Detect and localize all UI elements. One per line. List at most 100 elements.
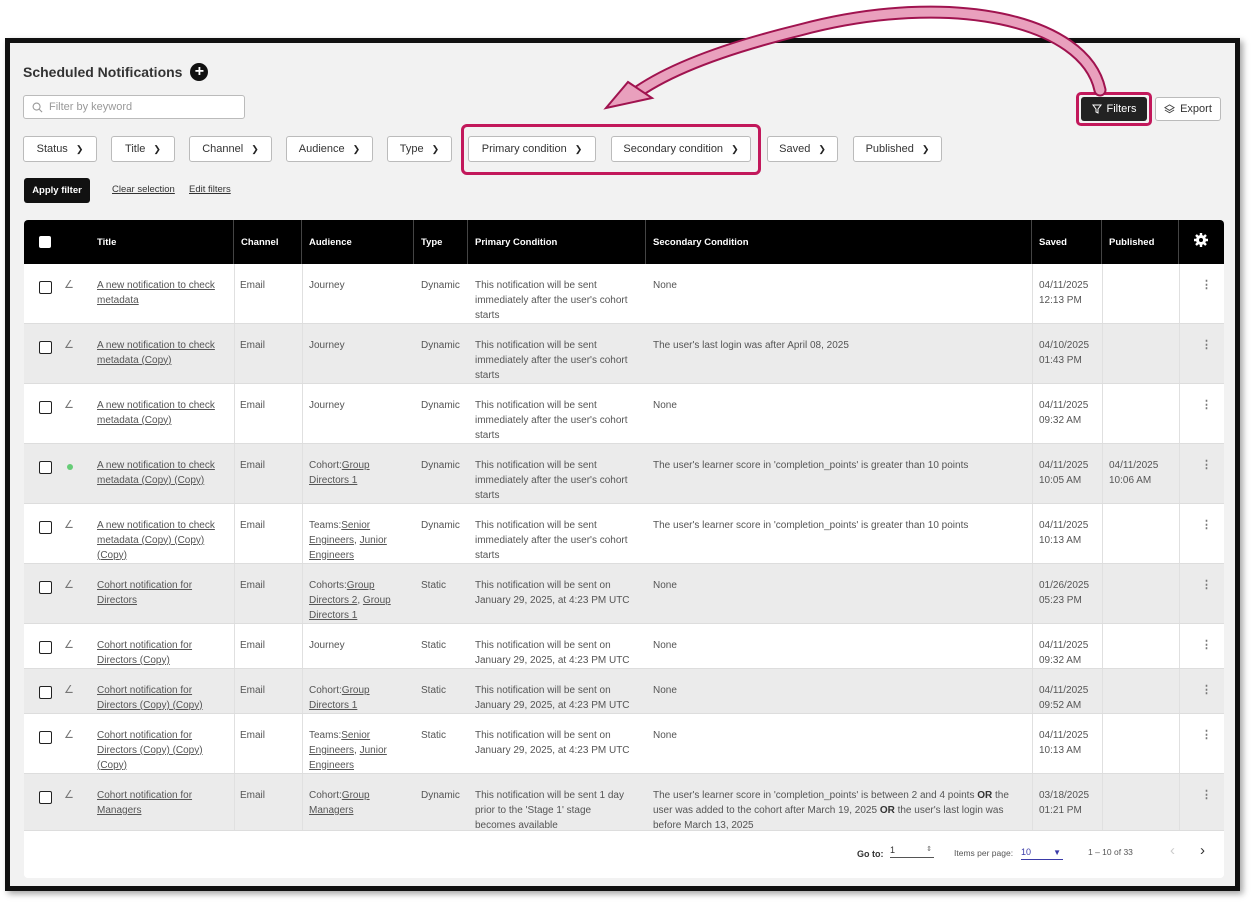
row-checkbox[interactable] xyxy=(39,791,52,804)
items-per-page-select[interactable]: 10 ▼ xyxy=(1021,847,1063,860)
more-options-icon[interactable]: ⋮ xyxy=(1201,638,1212,651)
edit-filters-link[interactable]: Edit filters xyxy=(189,184,231,195)
search-box[interactable] xyxy=(23,95,245,119)
add-notification-button[interactable]: + xyxy=(190,63,209,81)
column-header-title[interactable]: Title xyxy=(90,220,234,264)
title-cell-line[interactable]: A new notification to check xyxy=(97,459,232,474)
title-cell-line[interactable]: A new notification to check xyxy=(97,339,232,354)
previous-page-icon[interactable]: ‹ xyxy=(1170,842,1175,859)
column-divider xyxy=(1032,444,1033,503)
title-cell-line[interactable]: metadata (Copy) xyxy=(97,354,232,369)
title-cell[interactable]: A new notification to check metadata (Cop… xyxy=(97,399,232,429)
title-cell[interactable]: A new notification to check metadata (Cop… xyxy=(97,519,232,563)
column-divider xyxy=(302,504,303,563)
filter-channel-dropdown[interactable]: Channel ❯ xyxy=(189,136,272,162)
published-cell-line: 04/11/2025 xyxy=(1109,460,1159,471)
title-cell-line[interactable]: metadata (Copy) (Copy) xyxy=(97,474,232,489)
filters-highlight-box xyxy=(1076,92,1152,126)
chevron-down-icon: ❯ xyxy=(352,143,361,154)
filter-audience-dropdown[interactable]: Audience ❯ xyxy=(286,136,373,162)
column-header-secondary-condition[interactable]: Secondary Condition xyxy=(646,220,1032,264)
column-divider xyxy=(1032,714,1033,773)
row-checkbox[interactable] xyxy=(39,521,52,534)
filter-published-dropdown[interactable]: Published ❯ xyxy=(853,136,942,162)
title-cell[interactable]: A new notification to check metadata (Cop… xyxy=(97,459,232,489)
column-header-type[interactable]: Type xyxy=(414,220,468,264)
goto-page-input[interactable]: 1 ⇕ xyxy=(890,845,934,858)
row-checkbox[interactable] xyxy=(39,341,52,354)
title-cell-line[interactable]: Cohort notification for xyxy=(97,639,232,654)
pencil-icon: ∠ xyxy=(64,399,74,411)
column-header-channel[interactable]: Channel xyxy=(234,220,302,264)
row-checkbox[interactable] xyxy=(39,401,52,414)
title-cell-line[interactable]: (Copy) xyxy=(97,549,232,564)
title-cell[interactable]: A new notification to check metadata (Cop… xyxy=(97,339,232,369)
title-cell[interactable]: Cohort notification for Managers xyxy=(97,789,232,819)
title-cell-line[interactable]: A new notification to check xyxy=(97,519,232,534)
title-cell-line[interactable]: (Copy) xyxy=(97,759,232,774)
search-input[interactable] xyxy=(49,101,229,113)
filter-title-dropdown[interactable]: Title ❯ xyxy=(111,136,175,162)
row-checkbox[interactable] xyxy=(39,461,52,474)
more-options-icon[interactable]: ⋮ xyxy=(1201,518,1212,531)
more-options-icon[interactable]: ⋮ xyxy=(1201,278,1212,291)
filter-status-dropdown[interactable]: Status ❯ xyxy=(23,136,97,162)
column-header-label: Title xyxy=(97,236,117,248)
title-cell-line[interactable]: Managers xyxy=(97,804,232,819)
title-cell-line[interactable]: Cohort notification for xyxy=(97,729,232,744)
title-cell-line[interactable]: A new notification to check xyxy=(97,279,232,294)
audience-line: Directors 1 xyxy=(309,609,358,621)
stepper-icon[interactable]: ⇕ xyxy=(926,845,932,853)
table-row: ∠ A new notification to check metadata (Co… xyxy=(24,504,1224,564)
more-options-icon[interactable]: ⋮ xyxy=(1201,458,1212,471)
audience-line: Journey xyxy=(309,400,345,411)
title-cell-line[interactable]: Cohort notification for xyxy=(97,789,232,804)
row-checkbox[interactable] xyxy=(39,686,52,699)
title-cell[interactable]: Cohort notification for Directors (Copy) … xyxy=(97,729,232,773)
row-checkbox[interactable] xyxy=(39,731,52,744)
type-cell: Dynamic xyxy=(421,790,460,801)
filter-type-dropdown[interactable]: Type ❯ xyxy=(387,136,452,162)
more-options-icon[interactable]: ⋮ xyxy=(1201,728,1212,741)
column-header-primary-condition[interactable]: Primary Condition xyxy=(468,220,646,264)
title-cell[interactable]: A new notification to check metadata xyxy=(97,279,232,309)
title-cell-line[interactable]: Directors xyxy=(97,594,232,609)
select-all-checkbox[interactable] xyxy=(39,236,51,248)
audience-line: Cohorts:Group xyxy=(309,580,375,591)
filter-saved-dropdown[interactable]: Saved ❯ xyxy=(767,136,838,162)
title-cell-line[interactable]: Cohort notification for xyxy=(97,579,232,594)
title-cell-line[interactable]: Cohort notification for xyxy=(97,684,232,699)
title-cell-line[interactable]: Directors (Copy) (Copy) xyxy=(97,699,232,714)
more-options-icon[interactable]: ⋮ xyxy=(1201,398,1212,411)
more-options-icon[interactable]: ⋮ xyxy=(1201,338,1212,351)
export-button[interactable]: Export xyxy=(1155,97,1221,121)
saved-cell-line: 01:43 PM xyxy=(1039,354,1082,366)
gear-icon[interactable] xyxy=(1193,232,1209,248)
more-options-icon[interactable]: ⋮ xyxy=(1201,788,1212,801)
column-header-saved[interactable]: Saved xyxy=(1032,220,1102,264)
table-row: ∠ Cohort notification for Directors (Copy)… xyxy=(24,669,1224,714)
next-page-icon[interactable]: › xyxy=(1200,842,1205,859)
title-cell-line[interactable]: metadata (Copy) xyxy=(97,414,232,429)
title-cell-line[interactable]: Directors (Copy) xyxy=(97,654,232,669)
title-cell-line[interactable]: metadata (Copy) (Copy) xyxy=(97,534,232,549)
channel-cell: Email xyxy=(240,400,266,411)
column-header-audience[interactable]: Audience xyxy=(302,220,414,264)
title-cell-line[interactable]: metadata xyxy=(97,294,232,309)
title-cell[interactable]: Cohort notification for Directors (Copy) … xyxy=(97,684,232,714)
primary-cell-line: This notification will be sent xyxy=(475,460,597,471)
row-checkbox[interactable] xyxy=(39,641,52,654)
row-checkbox[interactable] xyxy=(39,281,52,294)
row-checkbox[interactable] xyxy=(39,581,52,594)
primary-cell: This notification will be sent immediatel… xyxy=(475,339,645,383)
title-cell[interactable]: Cohort notification for Directors (Copy) xyxy=(97,639,232,669)
title-cell-line[interactable]: A new notification to check xyxy=(97,399,232,414)
more-options-icon[interactable]: ⋮ xyxy=(1201,578,1212,591)
apply-filter-button[interactable]: Apply filter xyxy=(24,178,90,203)
column-header-published[interactable]: Published xyxy=(1102,220,1179,264)
title-cell-line[interactable]: Directors (Copy) (Copy) xyxy=(97,744,232,759)
clear-selection-link[interactable]: Clear selection xyxy=(112,184,175,195)
more-options-icon[interactable]: ⋮ xyxy=(1201,683,1212,696)
title-cell[interactable]: Cohort notification for Directors xyxy=(97,579,232,609)
export-button-label: Export xyxy=(1180,103,1212,115)
